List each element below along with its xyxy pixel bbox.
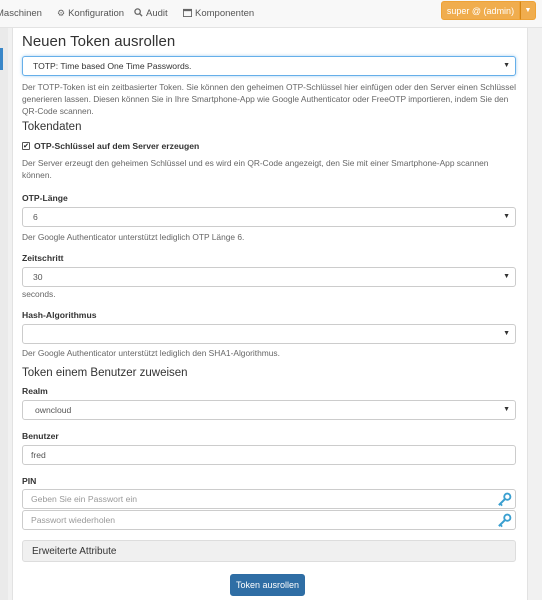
enroll-token-label: Token ausrollen (235, 580, 300, 590)
otp-length-select[interactable]: 6 ▼ (22, 207, 516, 227)
user-value: fred (31, 450, 46, 460)
nav-komponenten[interactable]: Komponenten (183, 8, 254, 19)
otp-length-value: 6 (33, 212, 38, 222)
search-icon (134, 8, 143, 19)
nav-maschinen-label: Maschinen (0, 8, 42, 19)
hash-algorithm-select[interactable]: ▼ (22, 324, 516, 344)
top-navbar: Maschinen ⚙ Konfiguration Audit Komponen… (0, 0, 542, 28)
realm-value: owncloud (35, 405, 72, 415)
generate-key-checkbox[interactable]: ✔ (22, 142, 30, 150)
generate-key-checkbox-row[interactable]: ✔ OTP-Schlüssel auf dem Server erzeugen (22, 141, 199, 151)
nav-konfiguration[interactable]: ⚙ Konfiguration (57, 8, 124, 19)
chevron-down-icon[interactable]: ▼ (520, 1, 536, 20)
tokendata-heading: Tokendaten (22, 121, 82, 133)
gear-icon: ⚙ (57, 8, 66, 18)
token-type-description: Der TOTP-Token ist ein zeitbasierter Tok… (22, 82, 516, 116)
left-sidebar (0, 28, 8, 600)
user-input[interactable]: fred (22, 445, 516, 465)
timestep-label: Zeitschritt (22, 253, 64, 263)
realm-select[interactable]: owncloud ▼ (22, 400, 516, 420)
hash-algorithm-help: Der Google Authenticator unterstützt led… (22, 348, 280, 358)
pin-repeat-input[interactable]: Passwort wiederholen (22, 510, 516, 530)
hash-algorithm-label: Hash-Algorithmus (22, 310, 97, 320)
otp-length-label: OTP-Länge (22, 193, 68, 203)
token-type-value: TOTP: Time based One Time Passwords. (33, 61, 192, 71)
nav-konfiguration-label: Konfiguration (68, 8, 125, 19)
advanced-attributes-toggle[interactable]: Erweiterte Attribute (22, 540, 516, 562)
page-title: Neuen Token ausrollen (22, 33, 176, 50)
user-label: Benutzer (22, 431, 59, 441)
enroll-token-panel: Neuen Token ausrollen TOTP: Time based O… (12, 28, 528, 600)
chevron-down-icon: ▼ (503, 62, 510, 69)
pin-placeholder: Geben Sie ein Passwort ein (31, 494, 138, 504)
nav-maschinen[interactable]: Maschinen (0, 8, 42, 19)
realm-label: Realm (22, 386, 48, 396)
timestep-help: seconds. (22, 289, 56, 299)
pin-label: PIN (22, 476, 37, 486)
otp-length-help: Der Google Authenticator unterstützt led… (22, 232, 245, 242)
advanced-attributes-label: Erweiterte Attribute (32, 545, 117, 557)
nav-audit-label: Audit (146, 8, 168, 19)
key-icon[interactable] (497, 513, 512, 528)
nav-komponenten-label: Komponenten (195, 8, 255, 19)
user-menu-label: super @ (admin) (446, 5, 515, 16)
timestep-value: 30 (33, 272, 43, 282)
pin-repeat-placeholder: Passwort wiederholen (31, 515, 116, 525)
chevron-down-icon: ▼ (503, 406, 510, 413)
assign-user-heading: Token einem Benutzer zuweisen (22, 367, 188, 379)
calendar-icon (183, 8, 192, 19)
token-type-select[interactable]: TOTP: Time based One Time Passwords. ▼ (22, 56, 516, 76)
generate-key-help: Der Server erzeugt den geheimen Schlüsse… (22, 158, 489, 180)
pin-input[interactable]: Geben Sie ein Passwort ein (22, 489, 516, 509)
chevron-down-icon: ▼ (503, 213, 510, 220)
key-icon[interactable] (497, 492, 512, 507)
user-menu-button[interactable]: super @ (admin) (441, 1, 520, 20)
chevron-down-icon: ▼ (503, 273, 510, 280)
chevron-down-icon: ▼ (503, 330, 510, 337)
timestep-select[interactable]: 30 ▼ (22, 267, 516, 287)
sidebar-active-indicator (0, 48, 3, 70)
nav-audit[interactable]: Audit (134, 8, 168, 19)
enroll-token-button[interactable]: Token ausrollen (230, 574, 305, 596)
generate-key-label: OTP-Schlüssel auf dem Server erzeugen (34, 141, 200, 151)
